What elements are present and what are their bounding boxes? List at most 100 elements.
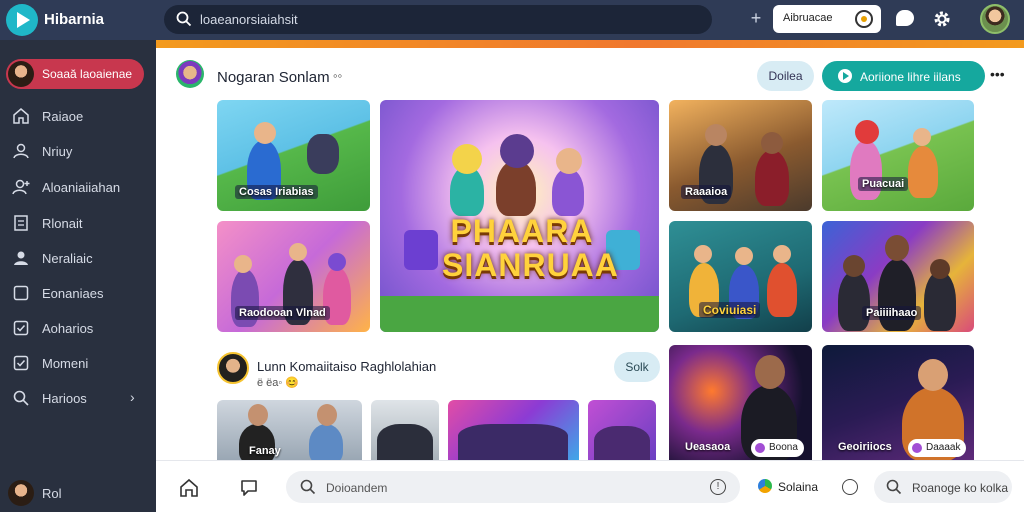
character-figure	[908, 146, 938, 198]
character-head	[735, 247, 753, 265]
bottom-search-input[interactable]: Doioandem !	[286, 471, 740, 503]
sidebar-user-label: Soaaă laoaienae	[42, 67, 133, 81]
sidebar-user-pill[interactable]: Soaaă laoaienae	[6, 59, 144, 89]
channel-ghost-button[interactable]: Doilea	[757, 61, 814, 91]
character-head	[289, 243, 307, 261]
sidebar-item-reports[interactable]: Rlonait	[0, 208, 156, 238]
video-card[interactable]: Fanay	[217, 400, 362, 460]
app-name: Hibarnia	[44, 11, 105, 28]
video-card[interactable]	[588, 400, 656, 460]
pill-dot-icon	[755, 443, 765, 453]
sidebar-item-moments[interactable]: Momeni	[0, 348, 156, 378]
character-head	[234, 255, 252, 273]
bottom-bar: Doioandem ! Solaina Roanoge ko kolka	[156, 460, 1024, 512]
character-head	[913, 128, 931, 146]
character-head	[328, 253, 346, 271]
character-head	[885, 235, 909, 261]
section-title: Lunn Komaiitaiso Raghlolahian	[257, 359, 437, 374]
video-caption: Puacuai	[858, 177, 909, 191]
target-icon	[855, 10, 873, 28]
top-pill-button[interactable]: Aibruacae	[773, 5, 881, 33]
video-card[interactable]: Raaaioa	[669, 100, 812, 211]
sidebar-item-label: Aoharios	[42, 321, 94, 336]
video-card[interactable]: Geoiriiocs Daaaak	[822, 345, 974, 460]
character-figure	[307, 134, 339, 174]
video-card[interactable]: Raodooan Vlnad	[217, 221, 370, 332]
person-icon	[14, 251, 28, 265]
bottom-action-label: Roanoge ko kolka	[912, 481, 1009, 495]
channel-title-suffix: ◦◦	[333, 68, 343, 83]
character-figure	[850, 140, 882, 200]
video-caption: Coviuiasi	[699, 302, 761, 318]
character-head	[843, 255, 865, 277]
game-card-prop	[404, 230, 438, 270]
checkbox-icon	[13, 320, 29, 336]
video-card[interactable]	[371, 400, 439, 460]
character-head	[317, 404, 337, 426]
video-card[interactable]: Coviuiasi	[669, 221, 812, 332]
character-head	[930, 259, 950, 279]
bottom-search-placeholder: Doioandem	[326, 481, 388, 495]
card-pill-label: Boona	[769, 442, 798, 453]
section-avatar[interactable]	[217, 352, 249, 384]
info-icon[interactable]: !	[710, 479, 726, 495]
character-head	[755, 355, 785, 389]
user-avatar[interactable]	[980, 4, 1010, 34]
video-caption: Ueasaoa	[685, 441, 731, 453]
character-head	[248, 404, 268, 426]
logo-play-icon[interactable]	[6, 4, 38, 36]
character-head	[556, 148, 582, 174]
sidebar-item-contacts[interactable]: Aloaniaiiahan	[0, 172, 156, 202]
video-caption: Geoiriiocs	[838, 441, 892, 453]
home-icon	[13, 108, 29, 124]
sidebar-user-avatar	[8, 61, 34, 87]
top-search-text: loaeanorsiaiahsit	[200, 12, 298, 27]
character-head	[452, 144, 482, 174]
accent-strip	[156, 40, 1024, 48]
video-card[interactable]: Ueasaoa Boona	[669, 345, 812, 460]
sidebar-item-tasks[interactable]: Aoharios	[0, 313, 156, 343]
top-search-bar[interactable]: loaeanorsiaiahsit	[164, 5, 712, 34]
sidebar-item-label: Eonaniaes	[42, 286, 104, 301]
character-figure	[838, 271, 870, 331]
sidebar-item-profile[interactable]: Nriuy	[0, 136, 156, 166]
character-figure	[924, 271, 956, 331]
sidebar: Soaaă laoaienae Raiaoe Nriuy Aloaniaiiah…	[0, 40, 156, 512]
video-card[interactable]: Puacuai	[822, 100, 974, 211]
channel-primary-button[interactable]: Aoriione lihre iilans	[822, 61, 985, 91]
character-group	[377, 424, 433, 460]
checkbox-icon	[13, 355, 29, 371]
video-card[interactable]: Paiiiihaao	[822, 221, 974, 332]
video-caption: Paiiiihaao	[862, 306, 922, 320]
character-figure	[878, 259, 916, 331]
sidebar-item-label: Neraliaic	[42, 251, 93, 266]
character-head	[761, 132, 783, 154]
bottom-action-button[interactable]: Roanoge ko kolka	[874, 471, 1012, 503]
home-icon[interactable]	[178, 477, 200, 499]
sidebar-item-members[interactable]: Neraliaic	[0, 243, 156, 273]
video-caption: Raaaioa	[681, 185, 732, 199]
featured-video-card[interactable]: PHAARA SIANRUAA	[380, 100, 659, 332]
sidebar-item-library[interactable]: Eonaniaes	[0, 278, 156, 308]
document-icon	[14, 215, 28, 231]
video-card[interactable]: Cosas Iriabias	[217, 100, 370, 211]
channel-primary-label: Aoriione lihre iilans	[860, 70, 961, 84]
chat-icon[interactable]	[238, 477, 260, 499]
chat-bubble-icon[interactable]	[896, 10, 914, 26]
sidebar-item-home[interactable]: Raiaoe	[0, 101, 156, 131]
section-button[interactable]: Solk	[614, 352, 660, 382]
sidebar-item-label: Momeni	[42, 356, 89, 371]
more-options-icon[interactable]: •••	[990, 66, 1005, 82]
sidebar-bottom-avatar	[8, 480, 34, 506]
video-card[interactable]	[448, 400, 579, 460]
gear-icon[interactable]	[932, 9, 952, 29]
card-pill[interactable]: Daaaak	[908, 439, 967, 457]
card-pill[interactable]: Boona	[751, 439, 804, 457]
character-figure	[755, 150, 789, 206]
sidebar-item-label: Aloaniaiiahan	[42, 180, 121, 195]
message-icon[interactable]	[842, 479, 858, 495]
channel-avatar[interactable]	[176, 60, 204, 88]
plus-icon[interactable]: +	[746, 8, 766, 29]
sidebar-item-history[interactable]: Harioos ›	[0, 383, 156, 413]
sidebar-item-label: Raiaoe	[42, 109, 84, 124]
